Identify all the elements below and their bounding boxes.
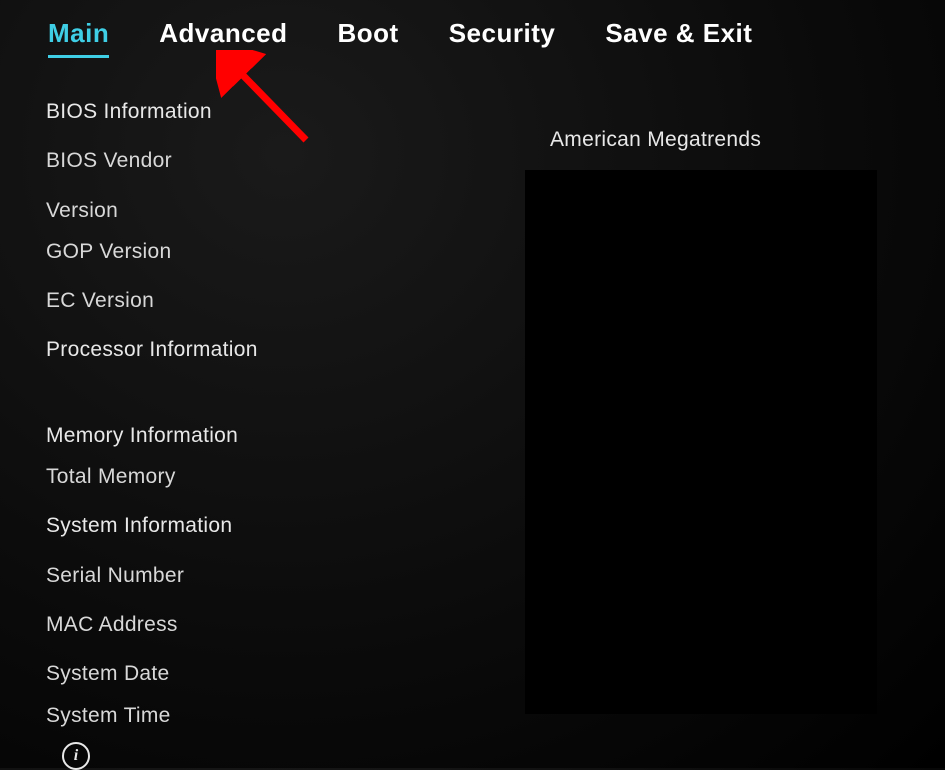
tab-save-exit[interactable]: Save & Exit [605,18,752,55]
label-system-date[interactable]: System Date [46,660,526,687]
redacted-region [525,170,877,714]
value-bios-vendor: American Megatrends [550,128,880,152]
tab-advanced[interactable]: Advanced [159,18,287,55]
label-ec-version: EC Version [46,287,526,314]
label-serial-number: Serial Number [46,562,526,589]
bios-tab-bar: Main Advanced Boot Security Save & Exit [0,0,945,58]
tab-main[interactable]: Main [48,18,109,58]
label-version: Version [46,197,526,224]
label-processor-information: Processor Information [46,336,526,363]
label-bios-information: BIOS Information [46,98,526,125]
tab-security[interactable]: Security [449,18,556,55]
labels-column: BIOS Information BIOS Vendor Version GOP… [46,98,526,729]
info-icon[interactable]: i [62,742,90,770]
tab-boot[interactable]: Boot [338,18,399,55]
label-total-memory: Total Memory [46,463,526,490]
label-system-time[interactable]: System Time [46,702,526,729]
label-system-information: System Information [46,512,526,539]
label-gop-version: GOP Version [46,238,526,265]
label-bios-vendor: BIOS Vendor [46,147,526,174]
label-mac-address: MAC Address [46,611,526,638]
label-memory-information: Memory Information [46,422,526,449]
values-column: American Megatrends [550,128,880,152]
